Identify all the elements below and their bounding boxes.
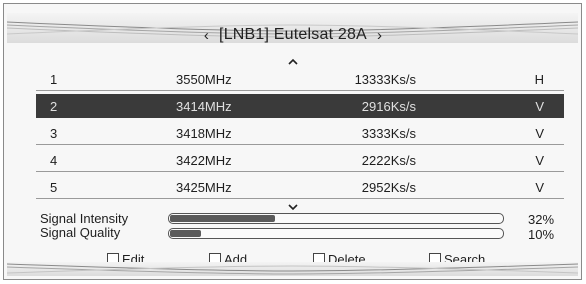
signal-quality-meter xyxy=(168,228,504,239)
list-item[interactable]: 4 3422MHz 2222Ks/s V xyxy=(36,148,564,172)
row-number: 2 xyxy=(50,99,58,114)
row-symbol-rate: 13333Ks/s xyxy=(354,72,416,87)
row-polarization: V xyxy=(535,180,544,195)
row-frequency: 3414MHz xyxy=(176,99,232,114)
row-frequency: 3422MHz xyxy=(176,153,232,168)
signal-intensity-fill xyxy=(170,215,275,222)
row-symbol-rate: 3333Ks/s xyxy=(361,126,416,141)
row-frequency: 3425MHz xyxy=(176,180,232,195)
row-polarization: V xyxy=(535,99,544,114)
row-polarization: V xyxy=(535,126,544,141)
row-number: 4 xyxy=(50,153,58,168)
list-item[interactable]: 1 3550MHz 13333Ks/s H xyxy=(36,67,564,91)
signal-intensity-label: Signal Intensity xyxy=(40,211,129,226)
row-symbol-rate: 2952Ks/s xyxy=(361,180,416,195)
signal-intensity-meter xyxy=(168,213,504,224)
row-symbol-rate: 2222Ks/s xyxy=(361,153,416,168)
signal-quality-value: 10% xyxy=(528,227,555,242)
row-polarization: V xyxy=(535,153,544,168)
row-frequency: 3418MHz xyxy=(176,126,232,141)
signal-quality-label: Signal Quality xyxy=(40,225,121,240)
chevron-left-icon[interactable]: ‹ xyxy=(194,27,219,44)
chevron-up-icon[interactable] xyxy=(285,57,301,67)
row-number: 1 xyxy=(50,72,58,87)
row-number: 5 xyxy=(50,180,58,195)
transponder-list: 1 3550MHz 13333Ks/s H 2 3414MHz 2916Ks/s… xyxy=(36,67,564,199)
signal-quality-fill xyxy=(170,230,202,237)
list-item[interactable]: 3 3418MHz 3333Ks/s V xyxy=(36,121,564,145)
footer-bar xyxy=(7,262,578,276)
list-item[interactable]: 5 3425MHz 2952Ks/s V xyxy=(36,175,564,199)
row-polarization: H xyxy=(534,72,544,87)
chevron-right-icon[interactable]: › xyxy=(367,27,392,44)
row-symbol-rate: 2916Ks/s xyxy=(361,99,416,114)
row-number: 3 xyxy=(50,126,58,141)
satellite-title: [LNB1] Eutelsat 28A xyxy=(219,26,367,43)
header-title-row: ‹ [LNB1] Eutelsat 28A › xyxy=(0,23,586,47)
row-frequency: 3550MHz xyxy=(176,72,232,87)
list-item-selected[interactable]: 2 3414MHz 2916Ks/s V xyxy=(36,94,564,118)
signal-intensity-value: 32% xyxy=(528,212,555,227)
chevron-down-icon[interactable] xyxy=(285,202,301,212)
